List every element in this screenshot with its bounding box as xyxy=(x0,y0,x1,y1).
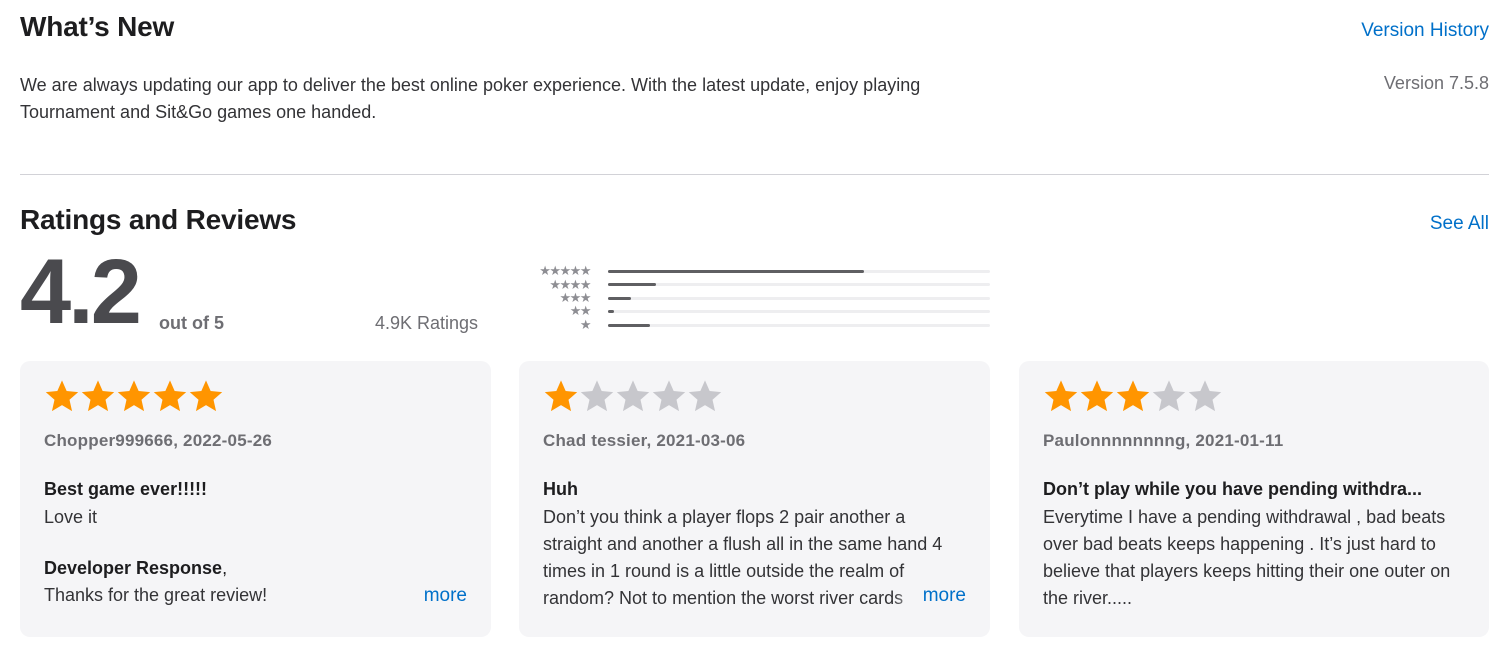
histogram-track xyxy=(608,323,990,327)
star-icons: ★★★ xyxy=(559,289,592,305)
star-filled-icon xyxy=(1080,380,1114,412)
review-card: Paulonnnnnnnng, 2021-01-11 Don’t play wh… xyxy=(1019,361,1489,637)
star-empty-icon xyxy=(580,380,614,412)
star-icons: ★ xyxy=(579,316,592,332)
histogram-track xyxy=(608,283,990,287)
see-all-link[interactable]: See All xyxy=(1430,213,1489,235)
histogram-bar xyxy=(608,310,615,314)
star-filled-icon xyxy=(1116,380,1150,412)
histogram-row-5-stars: ★★★★★ xyxy=(515,264,990,277)
review-star-rating xyxy=(1043,378,1223,414)
histogram-track xyxy=(608,296,990,300)
whats-new-heading: What’s New xyxy=(20,11,175,42)
histogram-row-3-stars: ★★★ xyxy=(515,291,990,304)
histogram-track xyxy=(608,270,990,273)
section-divider xyxy=(20,174,1489,175)
star-empty-icon xyxy=(616,380,650,412)
developer-response-label: Developer Response, xyxy=(44,558,227,579)
histogram-row-4-stars: ★★★★ xyxy=(515,276,990,292)
histogram-bar xyxy=(608,283,657,287)
review-star-rating xyxy=(543,378,723,414)
out-of-label: out of 5 xyxy=(159,313,224,333)
more-link[interactable]: more xyxy=(393,585,467,607)
version-history-link[interactable]: Version History xyxy=(1361,20,1489,42)
histogram-track xyxy=(608,310,990,314)
review-body: Everytime I have a pending withdrawal , … xyxy=(1043,507,1451,608)
star-filled-icon xyxy=(544,380,578,412)
star-filled-icon xyxy=(81,380,115,412)
histogram-bar xyxy=(608,323,651,327)
histogram-bar xyxy=(608,270,864,273)
review-author-date: Chad tessier, 2021-03-06 xyxy=(543,431,746,450)
review-body: Love it xyxy=(44,507,98,527)
review-title: Best game ever!!!!! xyxy=(44,479,208,499)
review-author-date: Paulonnnnnnnng, 2021-01-11 xyxy=(1043,431,1284,450)
version-number: Version 7.5.8 xyxy=(1383,73,1489,93)
star-empty-icon xyxy=(652,380,686,412)
rating-histogram: ★★★★★ ★★★★ ★★★ ★★ ★ xyxy=(515,264,990,331)
star-filled-icon xyxy=(45,380,79,412)
star-empty-icon xyxy=(1152,380,1186,412)
histogram-row-1-star: ★ xyxy=(515,318,990,331)
average-rating: 4.2 xyxy=(20,241,142,343)
review-title: Don’t play while you have pending withdr… xyxy=(1043,479,1423,499)
developer-response-heading: Developer Response xyxy=(44,558,223,578)
star-empty-icon xyxy=(1188,380,1222,412)
star-icons: ★★★★★ xyxy=(539,263,591,279)
ratings-heading: Ratings and Reviews xyxy=(20,204,297,235)
release-notes: We are always updating our app to delive… xyxy=(20,75,921,122)
star-filled-icon xyxy=(117,380,151,412)
histogram-row-2-stars: ★★ xyxy=(515,304,990,317)
star-icons: ★★★★ xyxy=(549,276,591,292)
review-card: Chopper999666, 2022-05-26 Best game ever… xyxy=(20,361,491,637)
review-title: Huh xyxy=(543,479,578,499)
histogram-bar xyxy=(608,296,631,300)
developer-response-text: Thanks for the great review! xyxy=(44,585,268,605)
developer-response-comma: , xyxy=(222,558,228,578)
review-author-date: Chopper999666, 2022-05-26 xyxy=(44,431,273,450)
star-filled-icon xyxy=(1044,380,1078,412)
review-card: Chad tessier, 2021-03-06 Huh Don’t you t… xyxy=(519,361,990,637)
review-star-rating xyxy=(44,378,224,414)
star-filled-icon xyxy=(153,380,187,412)
ratings-count: 4.9K Ratings xyxy=(375,313,479,333)
star-empty-icon xyxy=(688,380,722,412)
star-filled-icon xyxy=(189,380,223,412)
star-icons: ★★ xyxy=(569,303,592,319)
more-link[interactable]: more xyxy=(892,585,966,607)
